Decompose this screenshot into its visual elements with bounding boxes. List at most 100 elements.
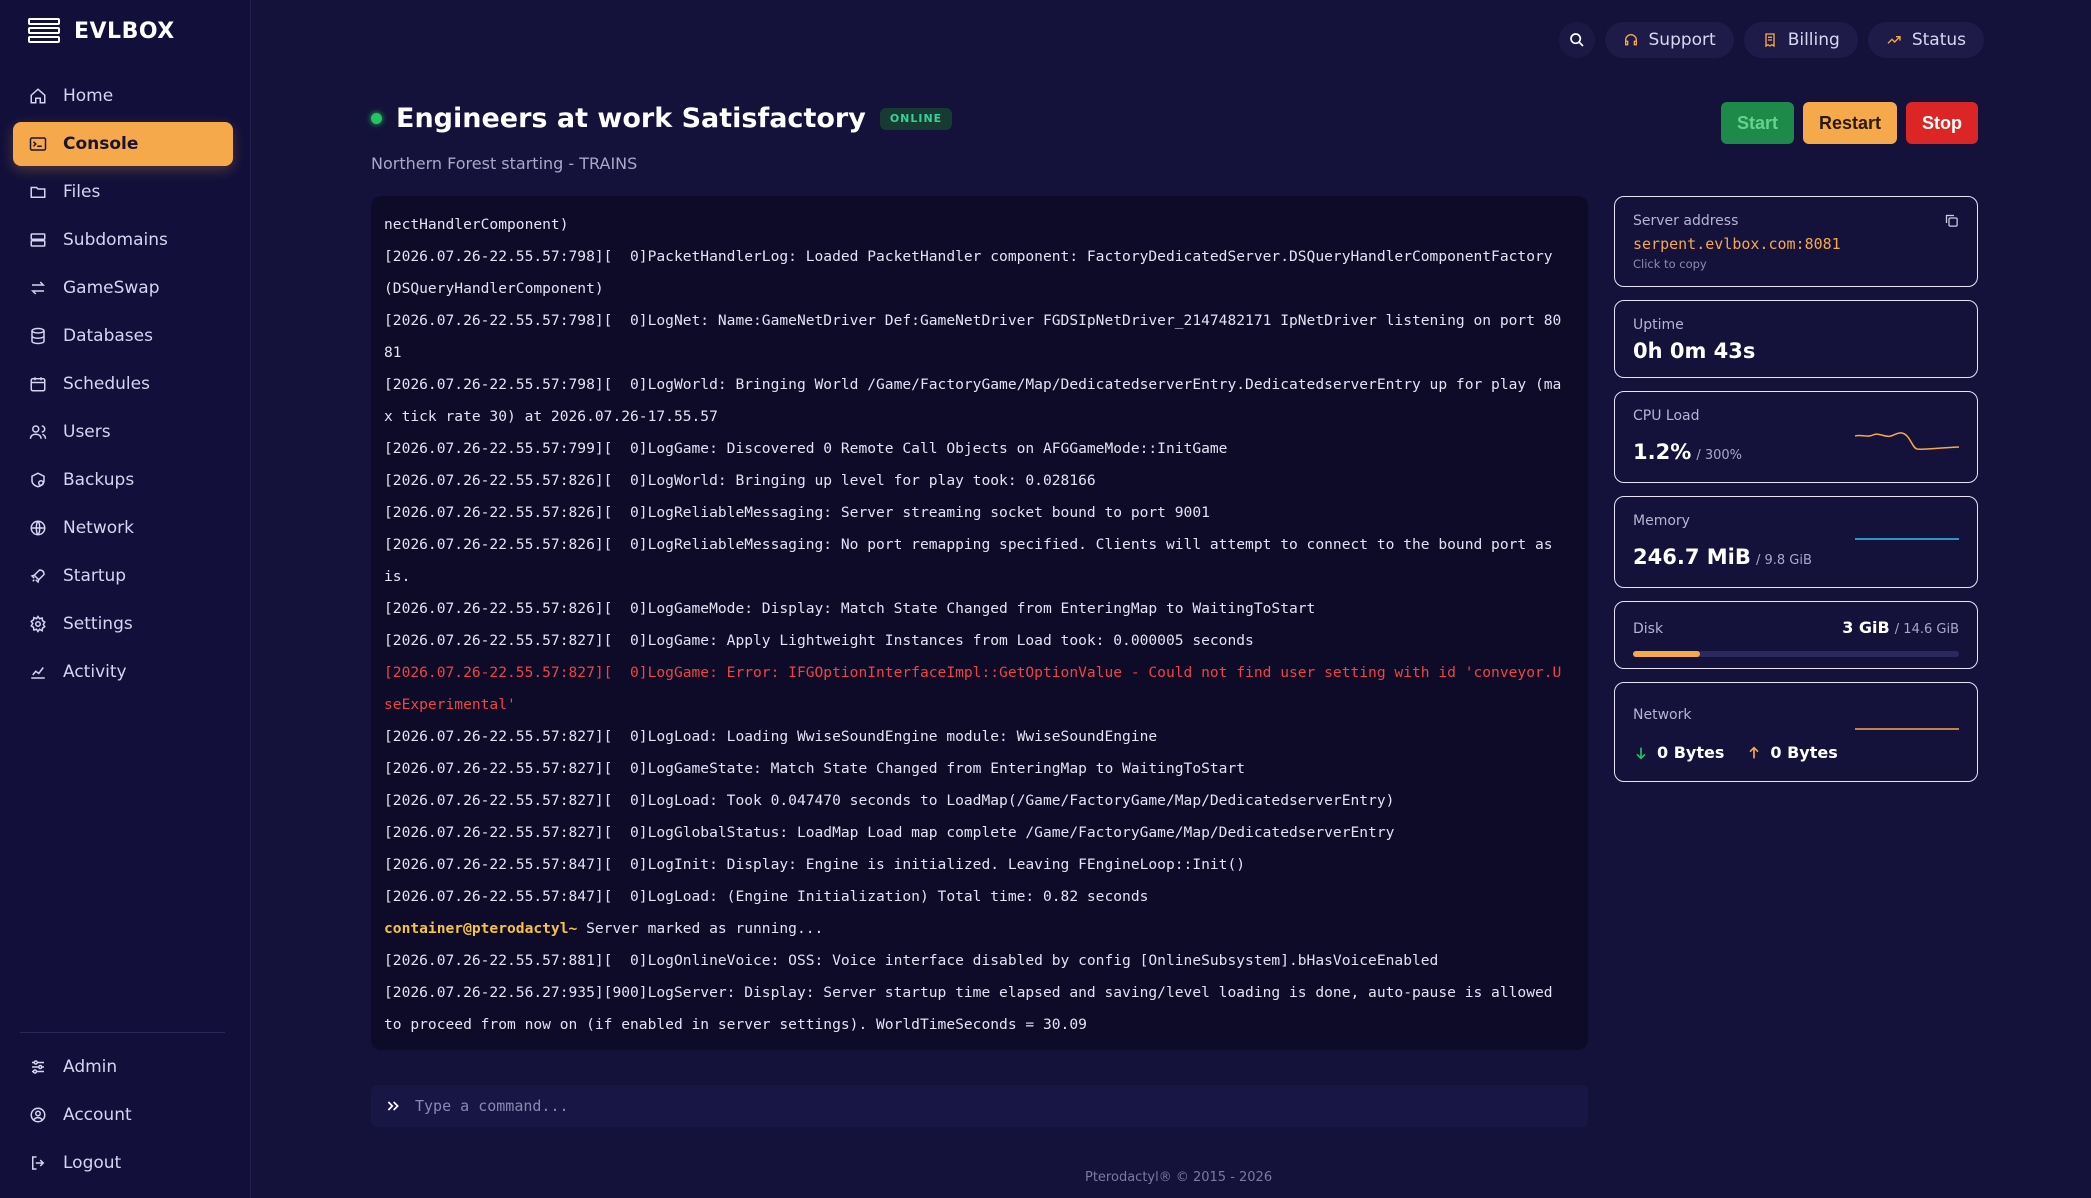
status-button[interactable]: Status <box>1867 22 1984 58</box>
search-icon <box>1569 33 1584 47</box>
start-button[interactable]: Start <box>1720 102 1794 144</box>
console-output[interactable]: nectHandlerComponent) [2026.07.26-22.55.5… <box>371 196 1588 1050</box>
sidebar-item-admin[interactable]: Admin <box>13 1045 233 1089</box>
console-line: [2026.07.26-22.55.57:826][ 0]LogWorld: B… <box>384 472 1096 489</box>
arrow-up-icon <box>1749 745 1759 758</box>
headset-icon <box>1624 34 1637 46</box>
console-icon <box>29 137 47 151</box>
sidebar-item-label: Activity <box>63 662 127 682</box>
sidebar-item-label: Admin <box>63 1057 118 1077</box>
brand-logo-icon <box>28 18 60 43</box>
address-label: Server address <box>1633 213 1739 229</box>
globe-icon <box>30 520 46 536</box>
console-line: container@pterodactyl~ Server marked as … <box>384 913 1564 945</box>
sidebar-item-gameswap[interactable]: GameSwap <box>13 266 233 310</box>
console-line: [2026.07.26-22.55.57:881][ 0]LogOnlineVo… <box>384 952 1439 969</box>
home-icon <box>30 88 46 104</box>
server-header: Engineers at work Satisfactory ONLINE <box>371 103 953 134</box>
rocket-icon <box>30 569 45 584</box>
sidebar-item-startup[interactable]: Startup <box>13 554 233 598</box>
cpu-sparkline <box>1855 432 1959 450</box>
sidebar-item-home[interactable]: Home <box>13 74 233 118</box>
memory-limit: / 9.8 GiB <box>1755 553 1812 568</box>
sidebar: EVLBOX Home Console Files Subdomains Gam… <box>0 0 251 1198</box>
server-address: serpent.evlbox.com:8081 <box>1633 235 1841 253</box>
billing-label: Billing <box>1787 30 1840 50</box>
arrow-down-icon <box>1636 747 1646 760</box>
sidebar-divider <box>20 1032 225 1033</box>
users-icon <box>29 425 47 439</box>
sidebar-item-schedules[interactable]: Schedules <box>13 362 233 406</box>
console-line: [2026.07.26-22.55.57:799][ 0]LogGame: Di… <box>384 440 1228 457</box>
trend-icon <box>1887 36 1901 44</box>
memory-value: 246.7 MiB <box>1633 545 1751 569</box>
chevrons-right-icon <box>387 1101 399 1111</box>
status-label: Status <box>1911 30 1966 50</box>
uptime-label: Uptime <box>1633 317 1684 333</box>
console-lines: nectHandlerComponent) [2026.07.26-22.55.5… <box>384 209 1564 1041</box>
sidebar-item-label: Schedules <box>63 374 150 394</box>
network-down-value: 0 Bytes <box>1657 743 1725 762</box>
sidebar-item-label: Startup <box>63 566 127 586</box>
disk-usage-fill <box>1633 651 1700 657</box>
sidebar-item-activity[interactable]: Activity <box>13 650 233 694</box>
command-input[interactable] <box>415 1085 1588 1127</box>
console-line: [2026.07.26-22.55.57:827][ 0]LogLoad: Lo… <box>384 728 1158 745</box>
restart-button[interactable]: Restart <box>1802 102 1897 144</box>
sidebar-item-files[interactable]: Files <box>13 170 233 214</box>
stop-button[interactable]: Stop <box>1906 102 1978 144</box>
support-button[interactable]: Support <box>1604 22 1734 58</box>
cpu-value: 1.2% <box>1633 440 1692 464</box>
network-sparkline <box>1855 728 1959 730</box>
gear-icon <box>30 615 46 633</box>
network-card: Network 0 Bytes 0 Bytes <box>1614 682 1978 782</box>
sidebar-item-logout[interactable]: Logout <box>13 1141 233 1185</box>
sidebar-item-console[interactable]: Console <box>13 122 233 166</box>
console-line: [2026.07.26-22.55.57:827][ 0]LogLoad: To… <box>384 792 1395 809</box>
sidebar-item-label: Databases <box>63 326 153 346</box>
topbar: Support Billing Status <box>1558 22 1984 58</box>
billing-button[interactable]: Billing <box>1743 22 1858 58</box>
sidebar-item-databases[interactable]: Databases <box>13 314 233 358</box>
sidebar-item-backups[interactable]: Backups <box>13 458 233 502</box>
account-icon <box>30 1107 46 1123</box>
console-line: [2026.07.26-22.55.57:827][ 0]LogGameStat… <box>384 760 1246 777</box>
footer-copyright: Pterodactyl® © 2015 - 2026 <box>1085 1170 1273 1185</box>
cpu-card: CPU Load 1.2% / 300% <box>1614 391 1978 483</box>
console-line: [2026.07.26-22.55.57:798][ 0]LogNet: Nam… <box>384 312 1562 361</box>
sidebar-item-label: Users <box>63 422 111 442</box>
stats-panel: Server address serpent.evlbox.com:8081 C… <box>1614 196 1978 795</box>
brand-name: EVLBOX <box>74 18 175 44</box>
console-line: [2026.07.26-22.55.57:826][ 0]LogGameMode… <box>384 600 1316 617</box>
sidebar-item-subdomains[interactable]: Subdomains <box>13 218 233 262</box>
brand[interactable]: EVLBOX <box>28 18 175 44</box>
sidebar-item-account[interactable]: Account <box>13 1093 233 1137</box>
copy-icon[interactable] <box>1944 213 1959 228</box>
console-line: [2026.07.26-22.55.57:847][ 0]LogInit: Di… <box>384 856 1246 873</box>
sidebar-item-network[interactable]: Network <box>13 506 233 550</box>
swap-icon <box>30 281 46 295</box>
search-button[interactable] <box>1558 22 1595 58</box>
sidebar-item-users[interactable]: Users <box>13 410 233 454</box>
disk-label: Disk <box>1633 621 1664 637</box>
server-description: Northern Forest starting - TRAINS <box>371 154 638 173</box>
calendar-icon <box>30 377 46 392</box>
subdomains-icon <box>30 233 46 247</box>
sidebar-item-label: Subdomains <box>63 230 168 250</box>
server-address-card[interactable]: Server address serpent.evlbox.com:8081 C… <box>1614 196 1978 287</box>
sidebar-item-settings[interactable]: Settings <box>13 602 233 646</box>
memory-card: Memory 246.7 MiB / 9.8 GiB <box>1614 496 1978 588</box>
console-line: [2026.07.26-22.55.57:827][ 0]LogGame: Ap… <box>384 632 1254 649</box>
sidebar-item-label: Logout <box>63 1153 122 1173</box>
sidebar-item-label: Settings <box>63 614 133 634</box>
disk-usage-bar <box>1633 651 1959 657</box>
console-line: [2026.07.26-22.55.57:826][ 0]LogReliable… <box>384 504 1210 521</box>
page-title: Engineers at work Satisfactory <box>396 103 866 134</box>
console-line: [2026.07.26-22.56.27:935][900]LogServer:… <box>384 984 1562 1033</box>
disk-value: 3 GiB <box>1842 618 1890 637</box>
database-icon <box>31 327 45 345</box>
cpu-limit: / 300% <box>1696 448 1743 463</box>
receipt-icon <box>1765 33 1775 48</box>
console-line: [2026.07.26-22.55.57:798][ 0]PacketHandl… <box>384 248 1562 297</box>
sidebar-item-label: Home <box>63 86 114 106</box>
